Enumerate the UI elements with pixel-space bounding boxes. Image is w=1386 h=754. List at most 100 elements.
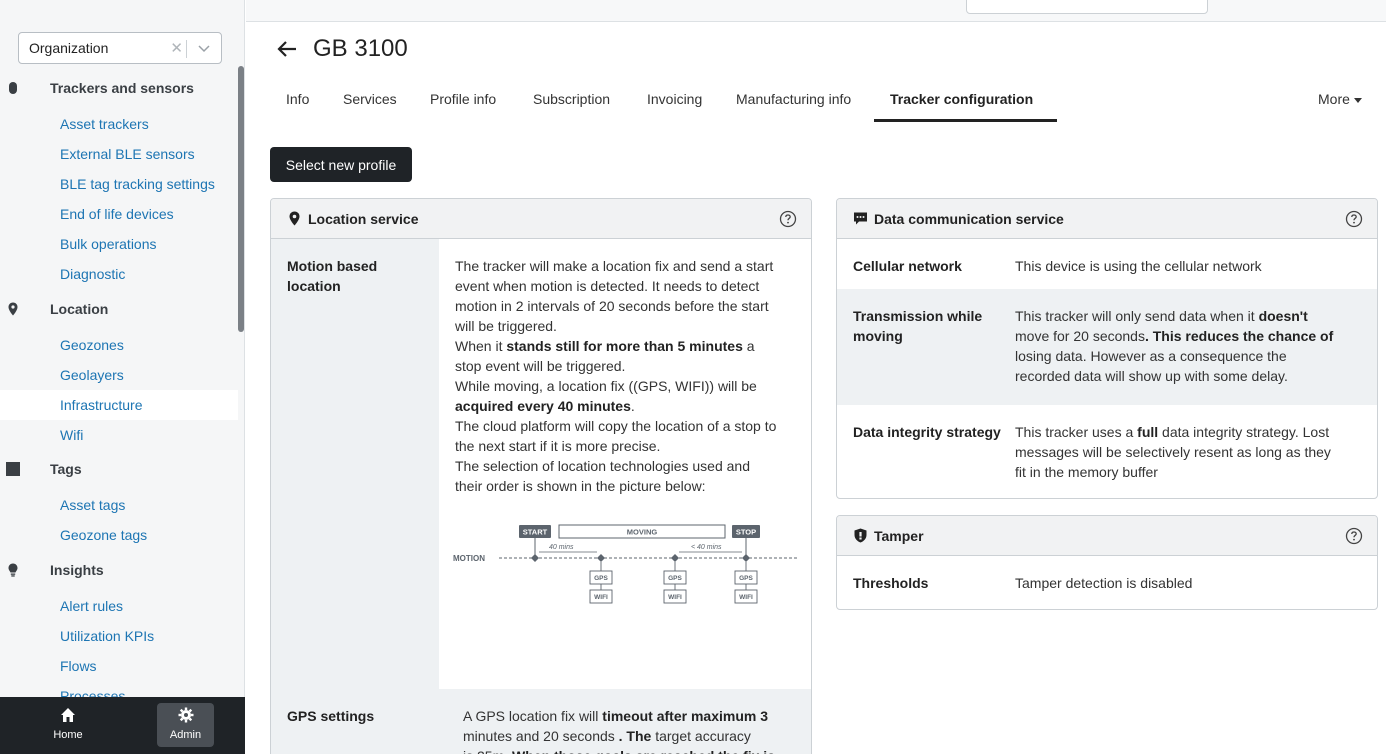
sidebar-item-label: Bulk operations bbox=[60, 236, 157, 252]
stop-label: STOP bbox=[736, 528, 756, 537]
gear-icon bbox=[178, 707, 193, 723]
info-row-data-integrity-strategy: Data integrity strategy This tracker uses… bbox=[837, 405, 1377, 498]
sidebar-section-location[interactable]: Location bbox=[0, 294, 238, 324]
sidebar-item-end-of-life-devices[interactable]: End of life devices bbox=[0, 199, 238, 229]
text-line: This device is using the cellular networ… bbox=[1015, 258, 1262, 274]
help-icon[interactable] bbox=[1345, 527, 1363, 545]
sidebar-menu: Trackers and sensors Asset trackers Extern… bbox=[0, 70, 238, 697]
sidebar-item-wifi[interactable]: Wifi bbox=[0, 420, 238, 450]
sidebar-item-processes[interactable]: Processes bbox=[0, 681, 238, 697]
tab-profile-info[interactable]: Profile info bbox=[430, 91, 496, 107]
row-value: Tamper detection is disabled bbox=[1015, 573, 1375, 593]
gps-label-3: GPS bbox=[739, 575, 753, 582]
sidebar-item-external-ble-sensors[interactable]: External BLE sensors bbox=[0, 139, 238, 169]
back-arrow-icon[interactable] bbox=[276, 38, 298, 60]
tab-invoicing[interactable]: Invoicing bbox=[647, 91, 702, 107]
page-title: GB 3100 bbox=[313, 35, 408, 62]
sidebar-item-label: Processes bbox=[60, 688, 126, 697]
more-menu-button[interactable]: More bbox=[1318, 91, 1362, 107]
card-header: Tamper bbox=[837, 516, 1377, 556]
sidebar-item-label: Geolayers bbox=[60, 367, 124, 383]
gps-settings-key: GPS settings bbox=[287, 708, 375, 724]
sidebar-item-label: Alert rules bbox=[60, 598, 124, 614]
sidebar-section-trackers-and-sensors[interactable]: Trackers and sensors bbox=[0, 73, 238, 103]
text-line: move for 20 seconds. This reduces the ch… bbox=[1015, 328, 1334, 344]
clear-icon[interactable]: ✕ bbox=[170, 39, 183, 57]
tab-subscription[interactable]: Subscription bbox=[533, 91, 610, 107]
sidebar-item-ble-tag-tracking-settings[interactable]: BLE tag tracking settings bbox=[0, 169, 238, 199]
tab-services[interactable]: Services bbox=[343, 91, 397, 107]
interval-2-label: < 40 mins bbox=[691, 544, 722, 551]
tamper-card: Tamper Thresholds Tamper detection is dis… bbox=[836, 515, 1378, 610]
sidebar-item-geozones[interactable]: Geozones bbox=[0, 330, 238, 360]
global-search-input[interactable] bbox=[966, 0, 1208, 14]
row-key: Cellular network bbox=[853, 258, 962, 274]
shield-icon bbox=[854, 528, 867, 543]
moving-label: MOVING bbox=[627, 528, 658, 537]
sidebar-scrollbar[interactable] bbox=[238, 66, 244, 332]
chat-bubble-icon bbox=[854, 212, 867, 225]
tag-square-icon bbox=[6, 462, 20, 476]
sidebar-section-tags[interactable]: Tags bbox=[0, 454, 238, 484]
admin-label: Admin bbox=[169, 729, 202, 741]
card-header: Data communication service bbox=[837, 199, 1377, 239]
info-row-transmission-while-moving: Transmission while moving This tracker wi… bbox=[837, 289, 1377, 405]
sidebar-item-flows[interactable]: Flows bbox=[0, 651, 238, 681]
data-communication-card: Data communication service Cellular netw… bbox=[836, 198, 1378, 499]
tab-info[interactable]: Info bbox=[286, 91, 309, 107]
gps-label-2: GPS bbox=[668, 575, 682, 582]
organization-select[interactable]: Organization ✕ bbox=[18, 32, 222, 64]
map-pin-icon bbox=[8, 302, 18, 316]
text-line: event when motion is detected. It needs … bbox=[455, 278, 760, 294]
select-new-profile-button[interactable]: Select new profile bbox=[270, 147, 412, 182]
row-key: Data integrity strategy bbox=[853, 424, 1001, 440]
sidebar-item-bulk-operations[interactable]: Bulk operations bbox=[0, 229, 238, 259]
sidebar-item-diagnostic[interactable]: Diagnostic bbox=[0, 259, 238, 289]
home-label: Home bbox=[53, 729, 83, 741]
help-icon[interactable] bbox=[1345, 210, 1363, 228]
sidebar-item-label: BLE tag tracking settings bbox=[60, 176, 215, 192]
sidebar-item-label: Wifi bbox=[60, 427, 84, 443]
sidebar-item-geolayers[interactable]: Geolayers bbox=[0, 360, 238, 390]
start-marker bbox=[531, 554, 539, 562]
lightbulb-icon bbox=[8, 563, 18, 577]
card-title: Location service bbox=[308, 211, 419, 227]
sidebar-item-utilization-kpis[interactable]: Utilization KPIs bbox=[0, 621, 238, 651]
top-bar bbox=[246, 0, 1386, 22]
text-line: stop event will be triggered. bbox=[455, 358, 626, 374]
text-line: Tamper detection is disabled bbox=[1015, 575, 1193, 591]
home-button[interactable]: Home bbox=[40, 703, 96, 747]
motion-row: Motion based location The tracker will m… bbox=[271, 239, 811, 689]
text-line: A GPS location fix will timeout after ma… bbox=[463, 708, 768, 724]
admin-button[interactable]: Admin bbox=[157, 703, 214, 747]
info-row-thresholds: Thresholds Tamper detection is disabled bbox=[837, 556, 1377, 609]
sidebar-item-infrastructure[interactable]: Infrastructure bbox=[0, 390, 238, 420]
motion-axis-label: MOTION bbox=[453, 554, 485, 563]
interval-1-label: 40 mins bbox=[549, 544, 574, 551]
tracker-icon bbox=[9, 82, 17, 94]
active-tab-indicator bbox=[874, 119, 1057, 122]
location-service-card: Location service Motion based location T… bbox=[270, 198, 812, 754]
motion-description: The tracker will make a location fix and… bbox=[455, 256, 805, 496]
text-line: While moving, a location fix ((GPS, WIFI… bbox=[455, 378, 757, 394]
help-icon[interactable] bbox=[779, 210, 797, 228]
row-value: This device is using the cellular networ… bbox=[1015, 256, 1375, 276]
text-line: minutes and 20 seconds . The target accu… bbox=[463, 728, 751, 744]
sidebar-item-asset-tags[interactable]: Asset tags bbox=[0, 490, 238, 520]
text-line: acquired every 40 minutes. bbox=[455, 398, 635, 414]
sidebar-section-insights[interactable]: Insights bbox=[0, 555, 238, 585]
caret-down-icon bbox=[1353, 97, 1362, 103]
sidebar-item-label: Asset trackers bbox=[60, 116, 149, 132]
tab-manufacturing-info[interactable]: Manufacturing info bbox=[736, 91, 851, 107]
chevron-down-icon[interactable] bbox=[197, 41, 211, 55]
sidebar-item-alert-rules[interactable]: Alert rules bbox=[0, 591, 238, 621]
row-value: This tracker will only send data when it… bbox=[1015, 306, 1375, 386]
text-line: The selection of location technologies u… bbox=[455, 458, 750, 474]
text-line: When it stands still for more than 5 min… bbox=[455, 338, 755, 354]
sidebar-item-label: Infrastructure bbox=[60, 397, 143, 413]
sidebar-item-geozone-tags[interactable]: Geozone tags bbox=[0, 520, 238, 550]
tab-tracker-configuration[interactable]: Tracker configuration bbox=[890, 91, 1033, 107]
sidebar-item-asset-trackers[interactable]: Asset trackers bbox=[0, 109, 238, 139]
text-line: The cloud platform will copy the locatio… bbox=[455, 418, 777, 434]
sidebar-item-label: External BLE sensors bbox=[60, 146, 195, 162]
